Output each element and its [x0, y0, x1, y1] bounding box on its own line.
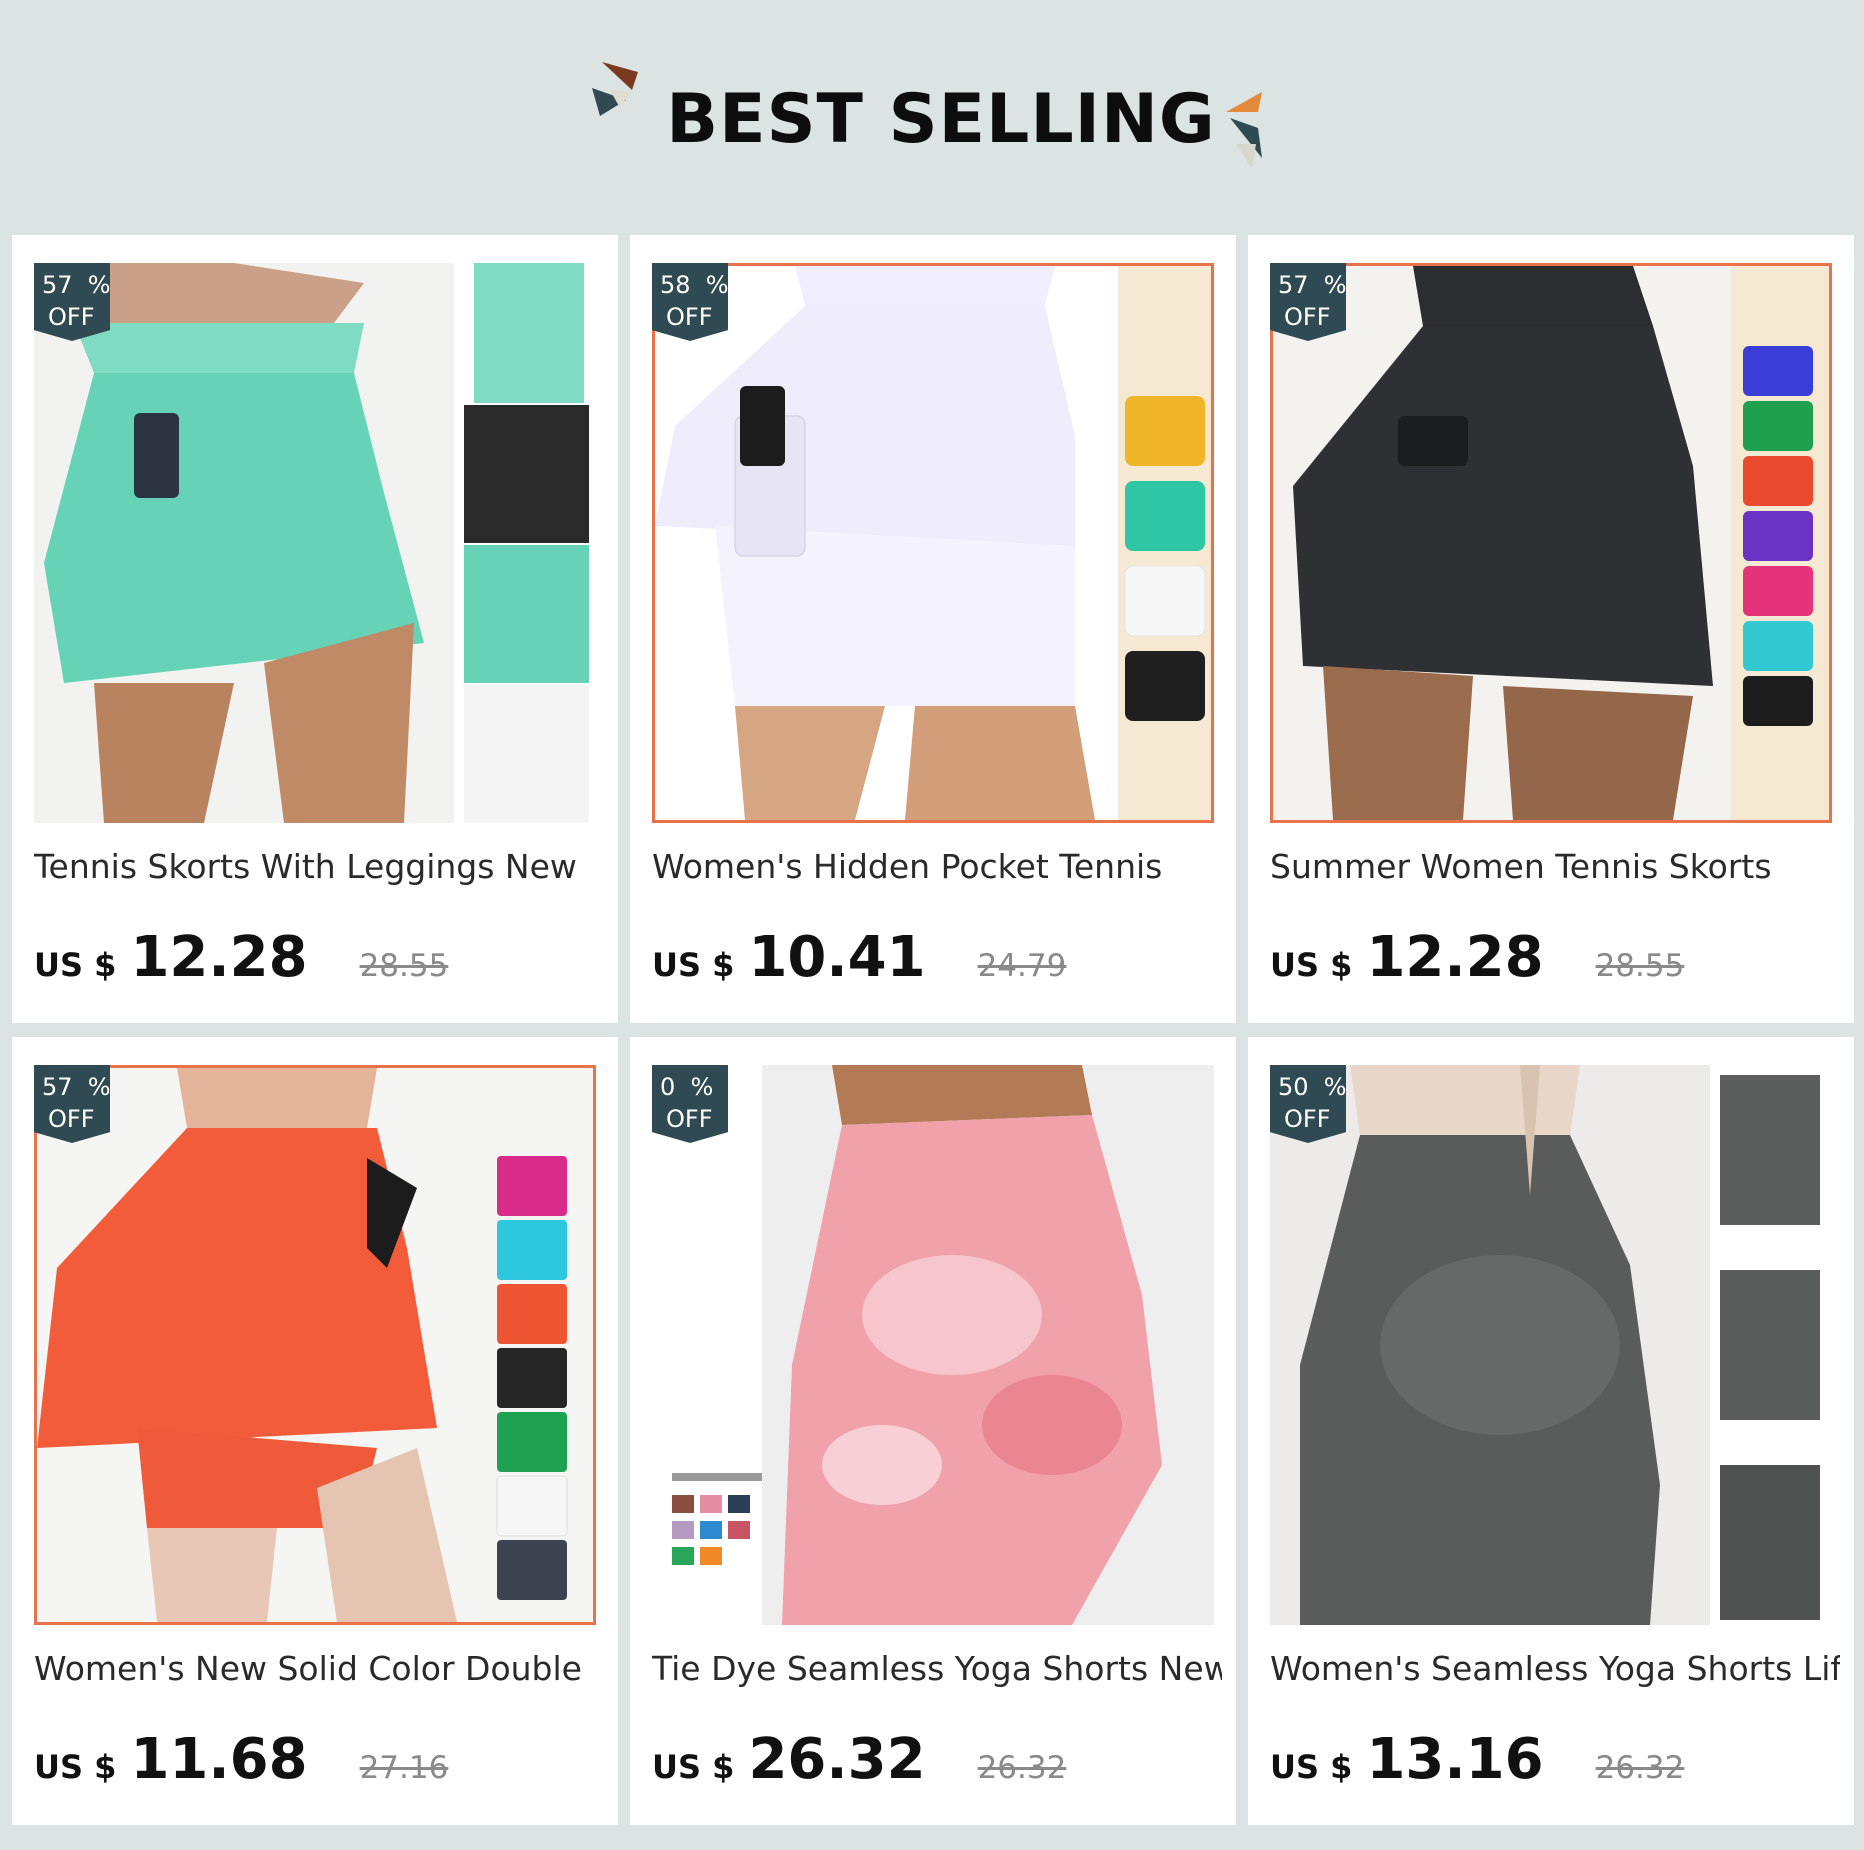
discount-badge: 0 % OFF	[652, 1065, 728, 1143]
sale-price: 11.68	[130, 1727, 308, 1792]
price-row: US $ 10.41 24.79	[652, 925, 1066, 995]
product-card[interactable]: 57 % OFF Women's New Solid Color Double …	[12, 1037, 618, 1825]
product-name[interactable]: Women's New Solid Color Double	[34, 1649, 604, 1688]
product-name[interactable]: Tennis Skorts With Leggings New	[34, 847, 604, 886]
discount-badge: 58 % OFF	[652, 263, 728, 341]
product-image[interactable]	[34, 263, 596, 823]
discount-badge: 57 % OFF	[34, 1065, 110, 1143]
price-row: US $ 26.32 26.32	[652, 1727, 1066, 1797]
currency-label: US $	[34, 1748, 117, 1786]
discount-badge: 50 % OFF	[1270, 1065, 1346, 1143]
price-row: US $ 11.68 27.16	[34, 1727, 448, 1797]
currency-label: US $	[34, 946, 117, 984]
price-row: US $ 12.28 28.55	[1270, 925, 1684, 995]
product-image[interactable]	[652, 1065, 1214, 1625]
product-name[interactable]: Women's Seamless Yoga Shorts Lift	[1270, 1649, 1840, 1688]
product-image[interactable]	[652, 263, 1214, 823]
discount-badge: 57 % OFF	[1270, 263, 1346, 341]
page-title: BEST SELLING	[666, 80, 1216, 159]
original-price: 26.32	[977, 1750, 1067, 1786]
price-row: US $ 12.28 28.55	[34, 925, 448, 995]
product-card[interactable]: 57 % OFF Tennis Skorts With Leggings New…	[12, 235, 618, 1023]
original-price: 28.55	[359, 948, 449, 984]
sale-price: 12.28	[130, 925, 308, 990]
product-name[interactable]: Tie Dye Seamless Yoga Shorts New	[652, 1649, 1222, 1688]
currency-label: US $	[652, 1748, 735, 1786]
product-image[interactable]	[1270, 263, 1832, 823]
currency-label: US $	[1270, 946, 1353, 984]
currency-label: US $	[1270, 1748, 1353, 1786]
product-card[interactable]: 57 % OFF Summer Women Tennis Skorts US $…	[1248, 235, 1854, 1023]
discount-badge: 57 % OFF	[34, 263, 110, 341]
original-price: 28.55	[1595, 948, 1685, 984]
currency-label: US $	[652, 946, 735, 984]
product-card[interactable]: 58 % OFF Women's Hidden Pocket Tennis US…	[630, 235, 1236, 1023]
product-image[interactable]	[1270, 1065, 1832, 1625]
price-row: US $ 13.16 26.32	[1270, 1727, 1684, 1797]
product-name[interactable]: Women's Hidden Pocket Tennis	[652, 847, 1222, 886]
sale-price: 10.41	[748, 925, 926, 990]
triangle-ornament-right-icon	[1226, 92, 1262, 168]
product-image[interactable]	[34, 1065, 596, 1625]
product-name[interactable]: Summer Women Tennis Skorts	[1270, 847, 1840, 886]
original-price: 24.79	[977, 948, 1067, 984]
product-card[interactable]: 0 % OFF Tie Dye Seamless Yoga Shorts New…	[630, 1037, 1236, 1825]
original-price: 26.32	[1595, 1750, 1685, 1786]
product-card[interactable]: 50 % OFF Women's Seamless Yoga Shorts Li…	[1248, 1037, 1854, 1825]
sale-price: 13.16	[1366, 1727, 1544, 1792]
best-selling-header: BEST SELLING	[0, 0, 1864, 232]
original-price: 27.16	[359, 1750, 449, 1786]
sale-price: 26.32	[748, 1727, 926, 1792]
sale-price: 12.28	[1366, 925, 1544, 990]
